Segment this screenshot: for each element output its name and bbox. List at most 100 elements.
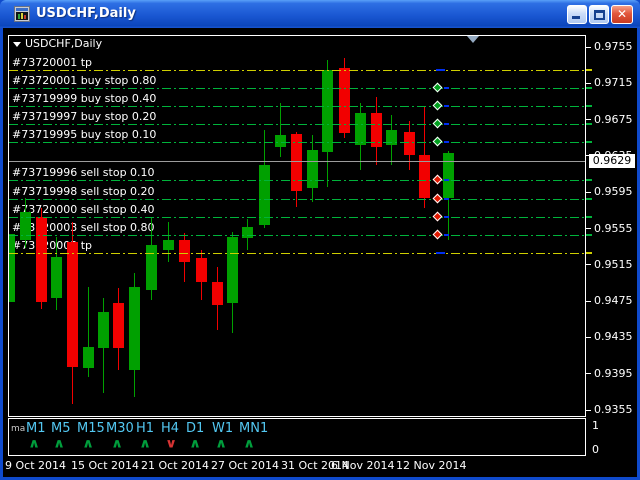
up-arrow-icon: ∧ <box>189 435 201 450</box>
buy-stop-marker[interactable] <box>433 119 443 129</box>
order-label: #73719995 buy stop 0.10 <box>12 128 156 141</box>
timeframe-button-mn1[interactable]: MN1 <box>239 421 268 436</box>
order-label: #73719998 sell stop 0.20 <box>12 185 155 198</box>
sell-order-line[interactable] <box>9 199 585 200</box>
axis-level-tick <box>586 179 592 181</box>
app-icon <box>14 6 30 22</box>
tp-order-line[interactable] <box>9 253 585 254</box>
buy-stop-marker[interactable] <box>433 137 443 147</box>
sell-stop-marker[interactable] <box>433 211 443 221</box>
date-label: 9 Oct 2014 <box>5 459 66 472</box>
application-window: USDCHF,Daily ✕ USDCHF,Daily #73720001 tp… <box>0 0 640 480</box>
price-axis-tick <box>586 228 591 229</box>
title-bar[interactable]: USDCHF,Daily ✕ <box>0 0 640 28</box>
axis-level-tick <box>586 87 592 89</box>
buy-stop-marker[interactable] <box>433 82 443 92</box>
maximize-button[interactable] <box>589 5 609 24</box>
candle <box>98 312 109 348</box>
tp-order-line[interactable] <box>9 70 585 71</box>
sell-stop-marker[interactable] <box>433 229 443 239</box>
close-icon: ✕ <box>617 7 627 21</box>
order-time-tick <box>436 252 445 254</box>
price-axis-label: 0.9755 <box>594 40 633 53</box>
price-axis-tick <box>586 264 591 265</box>
timeframe-button-h1[interactable]: H1 <box>136 421 154 436</box>
buy-order-line[interactable] <box>9 106 585 107</box>
indicator-scale-max: 1 <box>592 419 599 432</box>
indicator-name-label: ma <box>11 424 25 434</box>
timeframe-button-m1[interactable]: M1 <box>26 421 46 436</box>
axis-level-tick <box>586 69 592 71</box>
order-label: #73719999 buy stop 0.40 <box>12 92 156 105</box>
chart-symbol-label: USDCHF,Daily <box>13 37 102 50</box>
chart-window-client: USDCHF,Daily #73720001 tp#73720001 buy s… <box>3 28 637 477</box>
chart-plot[interactable]: USDCHF,Daily #73720001 tp#73720001 buy s… <box>8 35 586 417</box>
chart-shift-marker-icon[interactable] <box>467 36 479 43</box>
buy-order-line[interactable] <box>9 88 585 89</box>
order-time-tick <box>444 105 449 107</box>
order-label: #73719996 sell stop 0.10 <box>12 166 155 179</box>
price-axis-label: 0.9555 <box>594 222 633 235</box>
timeframe-button-w1[interactable]: W1 <box>212 421 233 436</box>
indicator-subwindow[interactable]: ma M1∧M5∧M15∧M30∧H1∧H4∨D1∧W1∧MN1∧ <box>8 418 586 456</box>
date-label: 6 Nov 2014 <box>331 459 394 472</box>
candle <box>212 282 223 305</box>
timeframe-button-h4[interactable]: H4 <box>161 421 179 436</box>
price-axis-tick <box>586 47 591 48</box>
indicator-scale: 10 <box>586 418 626 458</box>
minimize-button[interactable] <box>567 5 587 24</box>
timeframe-button-m5[interactable]: M5 <box>51 421 71 436</box>
buy-order-line[interactable] <box>9 124 585 125</box>
timeframe-button-m30[interactable]: M30 <box>106 421 134 436</box>
candle <box>146 245 157 290</box>
axis-level-tick <box>586 141 592 143</box>
maximize-icon <box>594 10 605 20</box>
order-label: #73720000 sell stop 0.40 <box>12 203 155 216</box>
timeframe-button-d1[interactable]: D1 <box>186 421 204 436</box>
sell-stop-marker[interactable] <box>433 193 443 203</box>
candle <box>179 240 190 262</box>
candle <box>163 240 174 250</box>
indicator-scale-min: 0 <box>592 443 599 456</box>
up-arrow-icon: ∧ <box>139 435 151 450</box>
order-time-tick <box>444 216 449 218</box>
order-label: #73719997 buy stop 0.20 <box>12 110 156 123</box>
order-label: #73720001 buy stop 0.80 <box>12 74 156 87</box>
candle <box>242 227 253 238</box>
price-axis-label: 0.9715 <box>594 76 633 89</box>
date-label: 12 Nov 2014 <box>396 459 466 472</box>
order-time-tick <box>444 123 449 125</box>
time-axis[interactable]: 9 Oct 201415 Oct 201421 Oct 201427 Oct 2… <box>3 457 637 475</box>
candle <box>67 242 78 367</box>
axis-level-tick <box>586 123 592 125</box>
candle <box>196 258 207 283</box>
price-axis-label: 0.9435 <box>594 330 633 343</box>
up-arrow-icon: ∧ <box>111 435 123 450</box>
candle <box>83 347 94 368</box>
timeframe-button-m15[interactable]: M15 <box>77 421 105 436</box>
axis-level-tick <box>586 105 592 107</box>
sell-order-line[interactable] <box>9 180 585 181</box>
date-label: 15 Oct 2014 <box>71 459 139 472</box>
buy-stop-marker[interactable] <box>433 101 443 111</box>
buy-order-line[interactable] <box>9 142 585 143</box>
up-arrow-icon: ∧ <box>82 435 94 450</box>
candle <box>129 287 140 370</box>
price-axis-tick <box>586 83 591 84</box>
order-time-tick <box>436 69 445 71</box>
up-arrow-icon: ∧ <box>28 435 40 450</box>
candle <box>51 257 62 299</box>
axis-level-tick <box>586 252 592 254</box>
close-button[interactable]: ✕ <box>611 5 633 24</box>
price-axis-label: 0.9595 <box>594 185 633 198</box>
price-axis-label: 0.9355 <box>594 403 633 416</box>
price-axis-label: 0.9515 <box>594 258 633 271</box>
sell-stop-marker[interactable] <box>433 175 443 185</box>
sell-order-line[interactable] <box>9 235 585 236</box>
price-axis[interactable]: 0.97550.97150.96750.96350.95950.95550.95… <box>586 35 637 418</box>
candle <box>443 153 454 197</box>
sell-order-line[interactable] <box>9 217 585 218</box>
axis-level-tick <box>586 198 592 200</box>
date-label: 21 Oct 2014 <box>141 459 209 472</box>
order-time-tick <box>444 179 449 181</box>
